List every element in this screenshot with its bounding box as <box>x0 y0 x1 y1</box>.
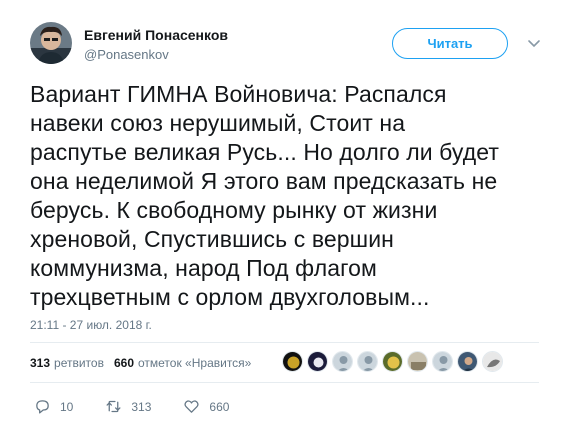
chevron-down-icon[interactable] <box>525 34 543 52</box>
tweet-line: навеки союз нерушимый, Стоит на <box>30 110 406 136</box>
liker-avatar[interactable] <box>457 351 478 372</box>
likes-stat[interactable]: 660 отметок «Нравится» <box>114 356 251 370</box>
tweet-line: Вариант ГИМНА Войновича: Распался <box>30 81 447 107</box>
author-name[interactable]: Евгений Понасенков <box>84 27 228 43</box>
retweets-stat[interactable]: 313 ретвитов <box>30 356 104 370</box>
liker-avatar[interactable] <box>357 351 378 372</box>
tweet-line: распутье великая Русь... Но долго ли буд… <box>30 139 500 165</box>
reply-button[interactable]: 10 <box>34 398 73 415</box>
tweet-card: Евгений Понасенков @Ponasenkov Читать Ва… <box>0 0 569 430</box>
tweet-text: Вариант ГИМНА Войновича: Распался навеки… <box>30 80 550 312</box>
retweets-label: ретвитов <box>54 356 104 370</box>
retweet-count: 313 <box>131 399 152 414</box>
tweet-line: берусь. К свободному рынку от жизни <box>30 197 438 223</box>
tweet-actions: 10 313 660 <box>34 398 261 415</box>
reply-icon <box>36 400 49 414</box>
tweet-timestamp[interactable]: 21:11 - 27 июл. 2018 г. <box>30 318 152 332</box>
tweet-line: трехцветным с орлом двухголовым... <box>30 284 430 310</box>
reply-count: 10 <box>60 399 74 414</box>
like-button[interactable]: 660 <box>183 398 229 415</box>
divider <box>30 342 539 343</box>
tweet-header: Евгений Понасенков @Ponasenkov Читать <box>30 22 545 72</box>
author-avatar[interactable] <box>30 22 72 64</box>
liker-avatar[interactable] <box>382 351 403 372</box>
retweet-icon <box>106 400 121 413</box>
liker-avatar[interactable] <box>307 351 328 372</box>
tweet-stats: 313 ретвитов 660 отметок «Нравится» <box>30 352 261 374</box>
tweet-line: она неделимой Я этого вам предсказать не <box>30 168 498 194</box>
liker-avatar[interactable] <box>332 351 353 372</box>
liker-avatar[interactable] <box>407 351 428 372</box>
likers-avatars <box>282 351 507 372</box>
tweet-line: коммунизма, народ Под флагом <box>30 255 377 281</box>
heart-icon <box>184 400 199 413</box>
likes-count: 660 <box>113 356 134 370</box>
like-count: 660 <box>209 399 230 414</box>
follow-button[interactable]: Читать <box>392 28 508 59</box>
tweet-line: хреновой, Спустившись с вершин <box>30 226 394 252</box>
liker-avatar[interactable] <box>282 351 303 372</box>
author-handle[interactable]: @Ponasenkov <box>84 47 169 62</box>
divider <box>30 382 539 383</box>
liker-avatar[interactable] <box>482 351 503 372</box>
likes-label: отметок «Нравится» <box>138 356 252 370</box>
retweets-count: 313 <box>30 356 51 370</box>
retweet-button[interactable]: 313 <box>105 398 151 415</box>
liker-avatar[interactable] <box>432 351 453 372</box>
